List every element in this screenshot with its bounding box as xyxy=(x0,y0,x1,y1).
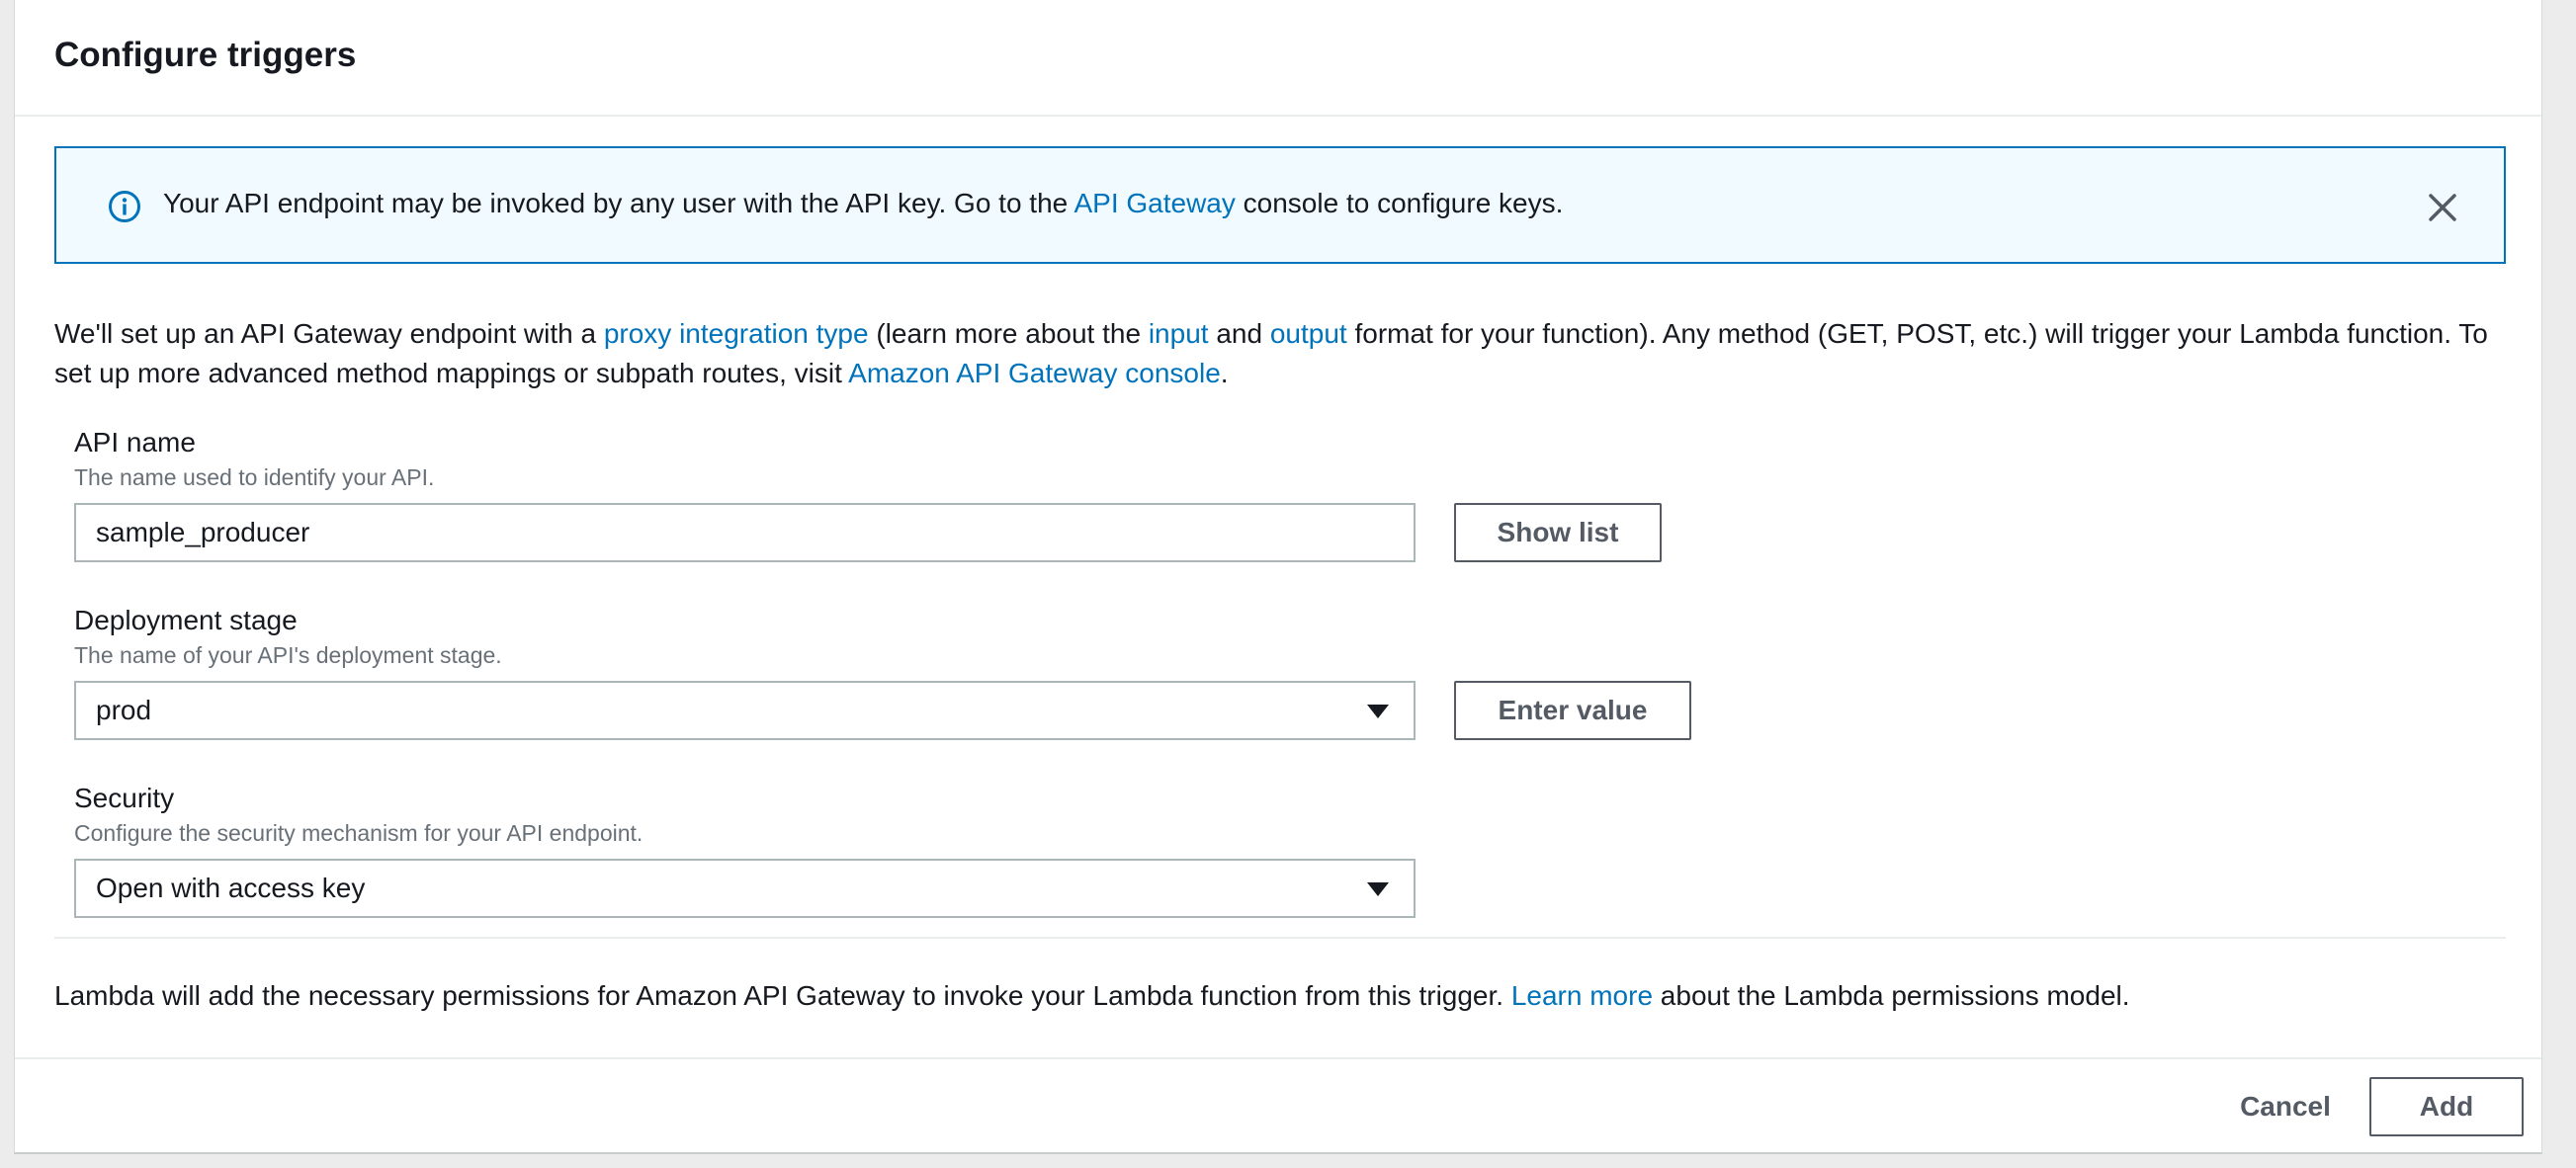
alert-text-before: Your API endpoint may be invoked by any … xyxy=(163,188,1074,218)
permissions-text-2: about the Lambda permissions model. xyxy=(1653,980,2130,1011)
alert-text-after: console to configure keys. xyxy=(1235,188,1564,218)
proxy-integration-link[interactable]: proxy integration type xyxy=(604,318,869,349)
output-format-link[interactable]: output xyxy=(1270,318,1347,349)
info-icon xyxy=(109,191,140,222)
deployment-stage-label: Deployment stage xyxy=(74,605,298,635)
api-name-description: The name used to identify your API. xyxy=(74,464,435,490)
panel-header: Configure triggers xyxy=(15,0,2541,117)
enter-value-button[interactable]: Enter value xyxy=(1454,681,1691,740)
section-divider xyxy=(54,937,2506,939)
intro-text-1: We'll set up an API Gateway endpoint wit… xyxy=(54,318,604,349)
deployment-stage-description: The name of your API's deployment stage. xyxy=(74,642,502,668)
security-label: Security xyxy=(74,783,175,813)
permissions-note: Lambda will add the necessary permission… xyxy=(54,980,2130,1012)
security-description: Configure the security mechanism for you… xyxy=(74,820,644,846)
permissions-text-1: Lambda will add the necessary permission… xyxy=(54,980,1511,1011)
api-name-label: API name xyxy=(74,427,196,458)
intro-paragraph: We'll set up an API Gateway endpoint wit… xyxy=(54,314,2506,393)
security-value: Open with access key xyxy=(96,873,366,903)
add-button[interactable]: Add xyxy=(2369,1077,2524,1136)
api-name-input[interactable] xyxy=(74,503,1416,562)
alert-message: Your API endpoint may be invoked by any … xyxy=(163,188,1563,219)
footer-divider xyxy=(15,1057,2541,1059)
caret-down-icon xyxy=(1367,705,1389,718)
deployment-stage-select[interactable]: prod xyxy=(74,681,1416,740)
panel-title: Configure triggers xyxy=(54,36,357,74)
api-gateway-console-link[interactable]: Amazon API Gateway console xyxy=(848,358,1221,388)
security-select[interactable]: Open with access key xyxy=(74,859,1416,918)
caret-down-icon xyxy=(1367,882,1389,896)
info-alert: Your API endpoint may be invoked by any … xyxy=(54,146,2506,264)
cancel-button[interactable]: Cancel xyxy=(2211,1077,2360,1136)
learn-more-link[interactable]: Learn more xyxy=(1511,980,1653,1011)
show-list-button[interactable]: Show list xyxy=(1454,503,1662,562)
intro-text-3: and xyxy=(1208,318,1270,349)
api-gateway-link[interactable]: API Gateway xyxy=(1073,188,1235,218)
input-format-link[interactable]: input xyxy=(1149,318,1209,349)
intro-text-2: (learn more about the xyxy=(868,318,1149,349)
intro-text-5: . xyxy=(1220,358,1229,388)
deployment-stage-value: prod xyxy=(96,695,152,725)
configure-triggers-panel: Configure triggers Your API endpoint may… xyxy=(14,0,2542,1154)
close-icon[interactable] xyxy=(2425,190,2460,225)
